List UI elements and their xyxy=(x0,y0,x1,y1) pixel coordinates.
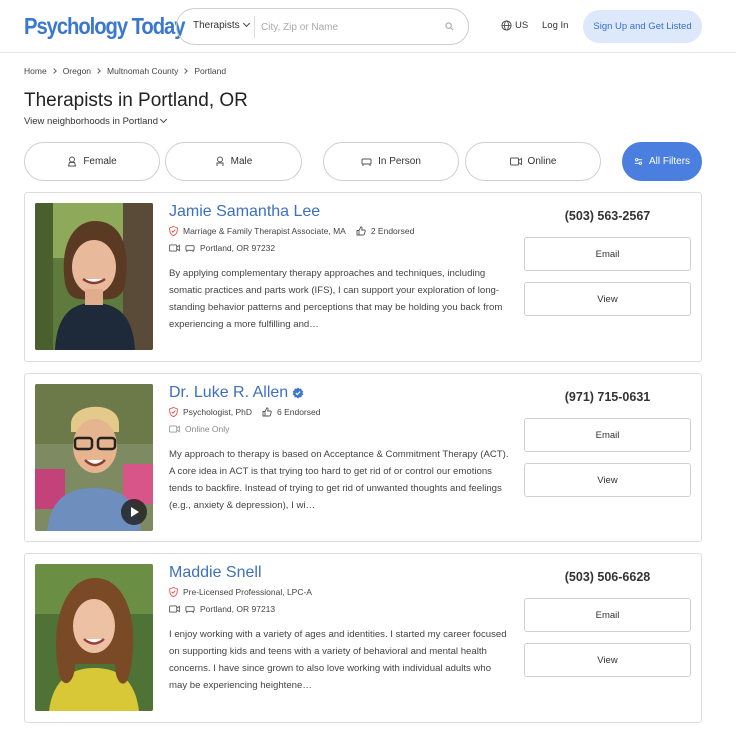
endorsement-count: 6 Endorsed xyxy=(262,407,320,417)
therapist-phone[interactable]: (503) 563-2567 xyxy=(524,209,691,223)
psychology-today-logo[interactable]: Psychology Today xyxy=(24,13,185,40)
all-filters-button[interactable]: All Filters xyxy=(622,142,702,181)
filter-in-person-label: In Person xyxy=(378,156,421,167)
filter-in-person[interactable]: In Person xyxy=(323,142,459,181)
therapist-credentials-row: Psychologist, PhD 6 Endorsed xyxy=(169,407,320,417)
therapist-phone[interactable]: (503) 506-6628 xyxy=(524,570,691,584)
view-button[interactable]: View xyxy=(524,463,691,497)
female-icon xyxy=(68,156,77,167)
therapist-credentials-row: Marriage & Family Therapist Associate, M… xyxy=(169,226,414,236)
check-shield-icon xyxy=(169,407,178,417)
page-title: Therapists in Portland, OR xyxy=(24,90,248,111)
therapist-location: Portland, OR 97213 xyxy=(200,604,276,614)
therapist-name[interactable]: Maddie Snell xyxy=(169,564,262,582)
chevron-right-icon xyxy=(50,68,57,74)
couch-icon xyxy=(185,604,195,614)
search-divider xyxy=(254,16,255,38)
endorsement-label: 6 Endorsed xyxy=(276,407,321,417)
search-type-dropdown[interactable]: Therapists xyxy=(193,19,250,31)
therapist-photo[interactable] xyxy=(35,384,153,531)
email-button[interactable]: Email xyxy=(524,598,691,632)
filter-male[interactable]: Male xyxy=(165,142,302,181)
therapist-name-text: Dr. Luke R. Allen xyxy=(169,384,289,401)
therapist-location-row: Portland, OR 97213 xyxy=(169,604,275,614)
therapist-description: I enjoy working with a variety of ages a… xyxy=(169,629,507,691)
check-shield-icon xyxy=(169,587,178,597)
therapist-description: My approach to therapy is based on Accep… xyxy=(169,449,509,511)
globe-icon xyxy=(501,20,512,31)
breadcrumb-city[interactable]: Portland xyxy=(194,66,226,76)
video-icon xyxy=(169,605,180,613)
therapist-phone[interactable]: (971) 715-0631 xyxy=(524,390,691,404)
video-icon xyxy=(169,244,180,252)
chevron-right-icon xyxy=(182,68,189,74)
search-bar: Therapists xyxy=(176,8,469,45)
endorsement-count: 2 Endorsed xyxy=(356,226,414,236)
all-filters-label: All Filters xyxy=(648,156,691,167)
therapist-card[interactable]: Jamie Samantha Lee Marriage & Family The… xyxy=(24,192,702,362)
filter-online-label: Online xyxy=(527,156,557,167)
therapist-card[interactable]: Maddie Snell Pre-Licensed Professional, … xyxy=(24,553,702,723)
breadcrumb: Home Oregon Multnomah County Portland xyxy=(24,66,226,76)
therapist-photo[interactable] xyxy=(35,564,153,711)
neighborhoods-dropdown[interactable]: View neighborhoods in Portland xyxy=(24,115,168,127)
filter-female[interactable]: Female xyxy=(24,142,160,181)
therapist-credentials: Psychologist, PhD xyxy=(183,407,252,417)
chevron-right-icon xyxy=(95,68,101,74)
therapist-description: By applying complementary therapy approa… xyxy=(169,268,503,330)
therapist-location-row: Online Only xyxy=(169,424,229,434)
search-icon[interactable] xyxy=(445,22,454,31)
endorsement-label: 2 Endorsed xyxy=(370,226,415,236)
email-button[interactable]: Email xyxy=(524,237,691,271)
view-button[interactable]: View xyxy=(524,643,691,677)
therapist-name[interactable]: Dr. Luke R. Allen xyxy=(169,384,304,402)
country-label: US xyxy=(515,20,529,31)
view-button[interactable]: View xyxy=(524,282,691,316)
video-icon xyxy=(509,157,522,166)
chevron-down-icon xyxy=(159,115,168,124)
signup-button[interactable]: Sign Up and Get Listed xyxy=(583,10,702,43)
chevron-down-icon xyxy=(242,19,250,28)
therapist-name[interactable]: Jamie Samantha Lee xyxy=(169,203,320,221)
breadcrumb-state[interactable]: Oregon xyxy=(63,66,91,76)
therapist-location: Portland, OR 97232 xyxy=(200,243,276,253)
country-selector[interactable]: US xyxy=(501,20,528,31)
therapist-credentials-row: Pre-Licensed Professional, LPC-A xyxy=(169,587,312,597)
therapist-credentials: Pre-Licensed Professional, LPC-A xyxy=(183,587,312,597)
therapist-credentials: Marriage & Family Therapist Associate, M… xyxy=(183,226,346,236)
filter-male-label: Male xyxy=(230,156,253,167)
video-icon xyxy=(169,425,180,433)
site-header: Psychology Today Therapists US Log In Si… xyxy=(0,0,736,53)
search-input[interactable] xyxy=(261,17,441,37)
verified-badge-icon xyxy=(292,387,304,399)
thumbs-up-icon xyxy=(356,226,366,236)
therapist-photo[interactable] xyxy=(35,203,153,350)
filter-online[interactable]: Online xyxy=(465,142,601,181)
neighborhoods-label: View neighborhoods in Portland xyxy=(24,116,158,127)
check-shield-icon xyxy=(169,226,178,236)
sliders-icon xyxy=(634,158,643,165)
search-type-label: Therapists xyxy=(193,20,240,31)
therapist-card[interactable]: Dr. Luke R. Allen Psychologist, PhD 6 En… xyxy=(24,373,702,542)
male-icon xyxy=(216,156,224,166)
play-video-icon[interactable] xyxy=(121,499,147,525)
filter-female-label: Female xyxy=(83,156,117,167)
breadcrumb-home[interactable]: Home xyxy=(24,66,47,76)
therapist-location-row: Portland, OR 97232 xyxy=(169,243,275,253)
breadcrumb-county[interactable]: Multnomah County xyxy=(107,66,178,76)
therapist-location: Online Only xyxy=(185,424,230,434)
login-link[interactable]: Log In xyxy=(542,20,568,31)
couch-icon xyxy=(185,243,195,253)
email-button[interactable]: Email xyxy=(524,418,691,452)
thumbs-up-icon xyxy=(262,407,272,417)
couch-icon xyxy=(361,158,372,166)
